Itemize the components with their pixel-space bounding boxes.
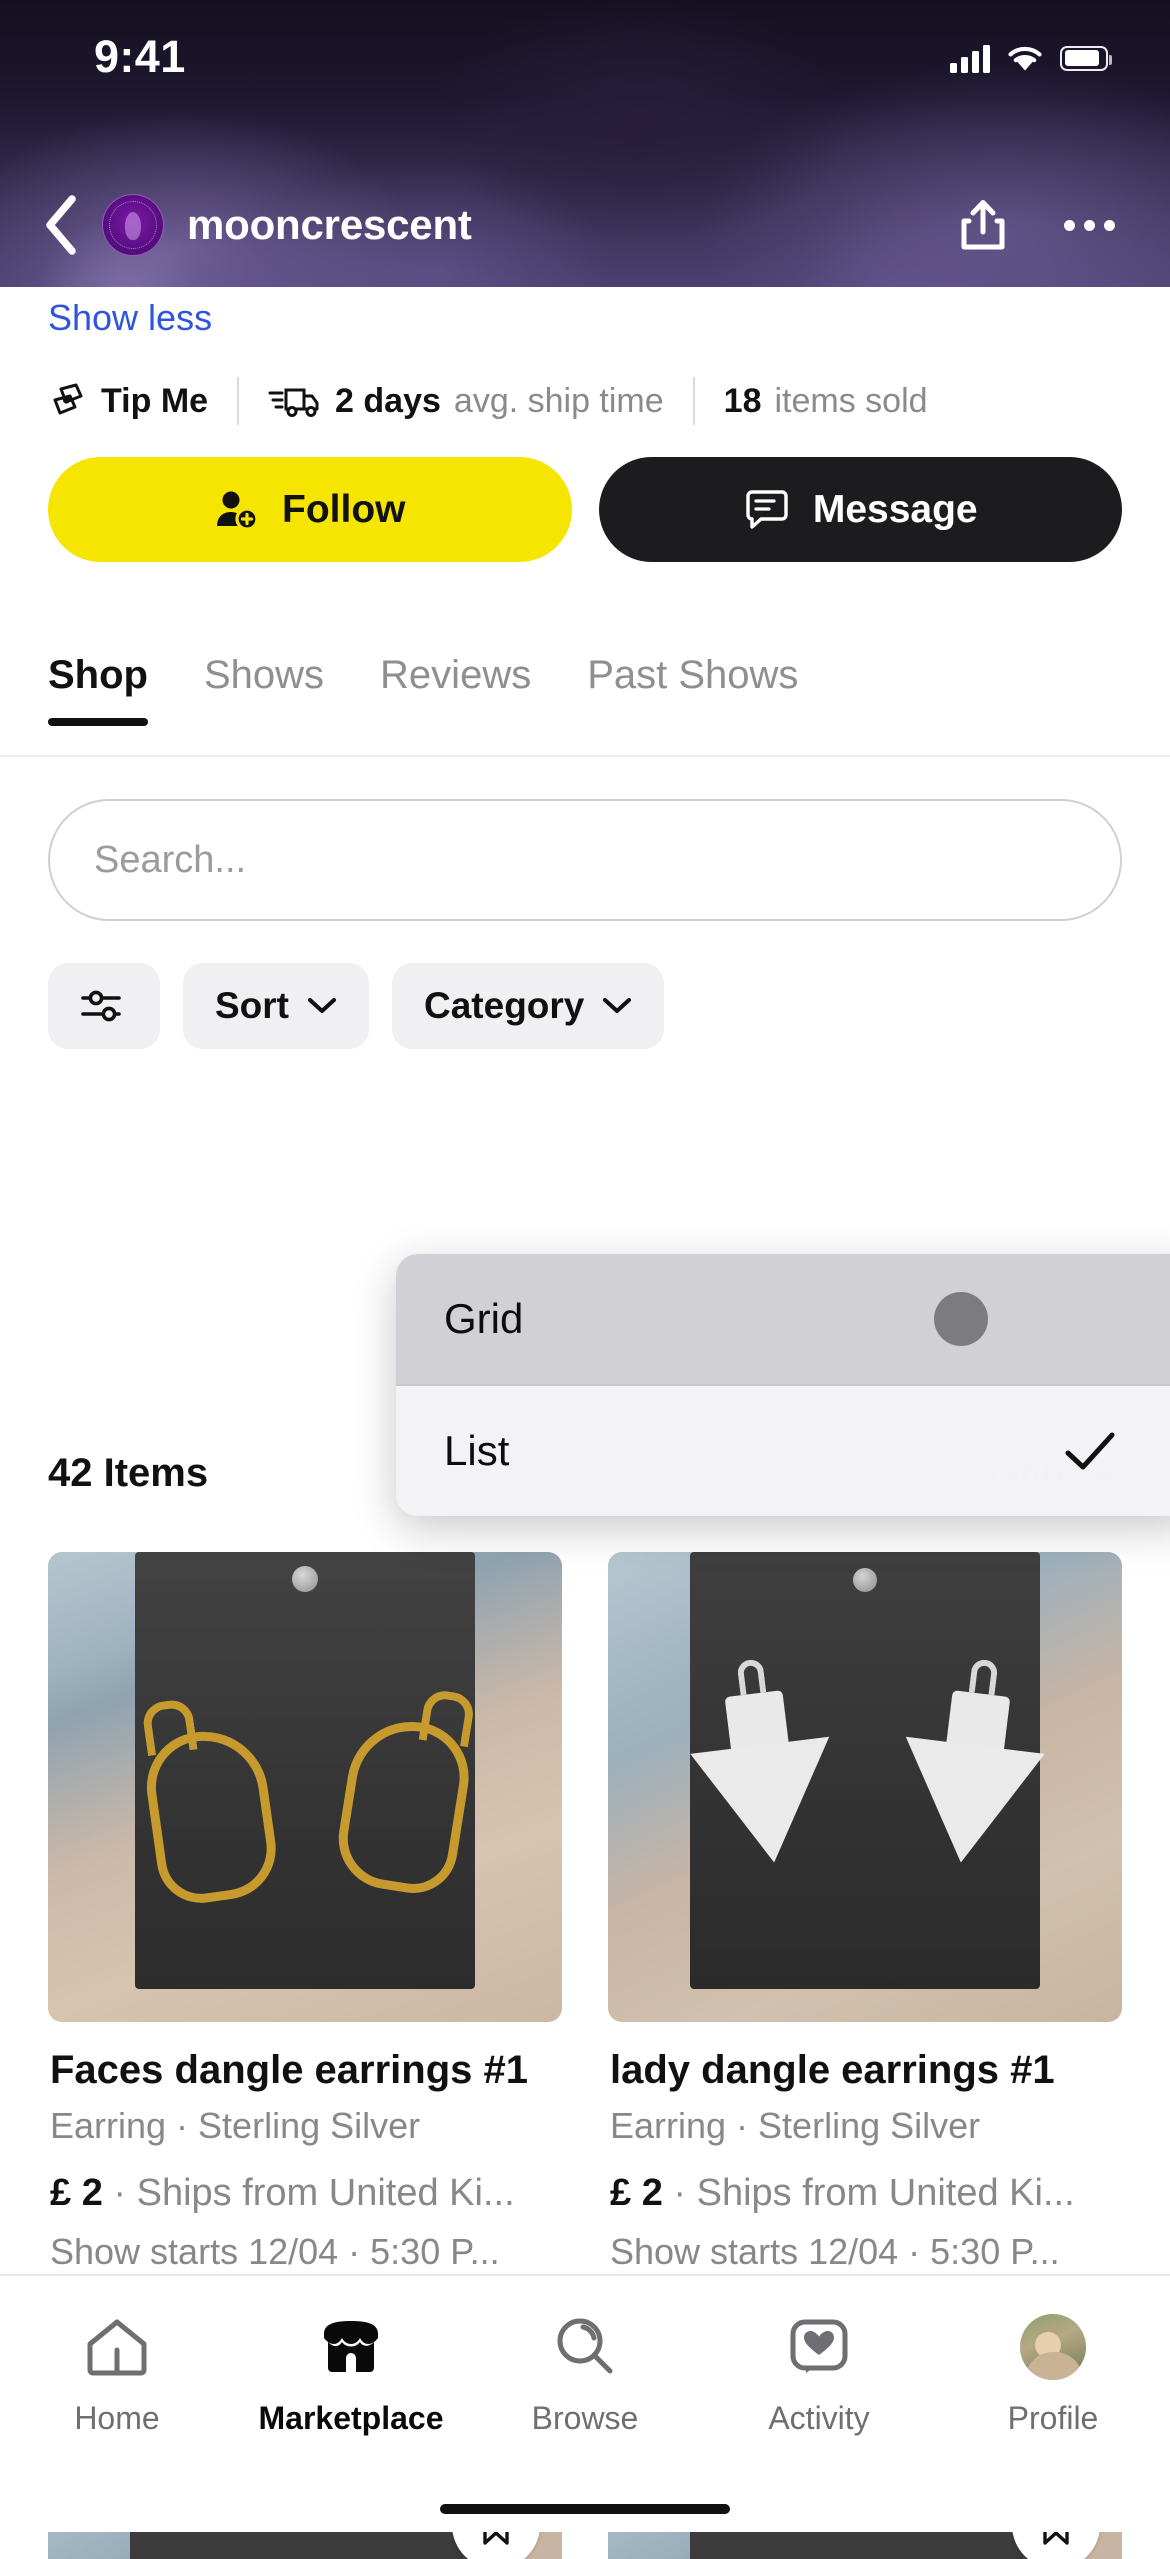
sort-chip-label: Sort (215, 985, 289, 1026)
checkmark-icon (1065, 1432, 1115, 1470)
product-price: £ 2 (610, 2172, 663, 2214)
product-price-row: £ 2 · Ships from United Ki... (610, 2172, 1120, 2215)
menu-item-grid-label: Grid (444, 1295, 524, 1342)
shop-stats-row: Tip Me 2 days avg. ship time 18 items so… (48, 373, 1140, 429)
product-image[interactable] (48, 1552, 562, 2022)
menu-item-list-indicator (1062, 1428, 1118, 1474)
stat-ship-days: 2 days (335, 381, 441, 420)
show-less-link[interactable]: Show less (48, 297, 212, 339)
stat-items-label: items sold (774, 381, 928, 420)
marketplace-store-icon (320, 2310, 382, 2384)
message-button[interactable]: Message (598, 457, 1122, 562)
search-container (48, 799, 1122, 921)
category-chip[interactable]: Category (392, 963, 665, 1049)
bottom-nav-profile[interactable]: Profile (936, 2310, 1170, 2437)
tab-shop[interactable]: Shop (48, 653, 148, 726)
radio-dot-icon (934, 1292, 988, 1346)
bottom-nav-activity[interactable]: Activity (702, 2310, 936, 2437)
product-info: Faces dangle earrings #1 Earring · Sterl… (48, 2022, 562, 2273)
cellular-signal-icon (950, 43, 990, 73)
more-options-button[interactable] (1058, 194, 1120, 256)
bottom-navigation-bar: Home Marketplace Browse Activity Profile (0, 2274, 1170, 2532)
bottom-nav-home[interactable]: Home (0, 2310, 234, 2437)
stat-ship-time: 2 days avg. ship time (268, 382, 664, 421)
stat-tip-me[interactable]: Tip Me (48, 382, 208, 421)
battery-icon (1060, 45, 1112, 71)
bottom-nav-activity-label: Activity (768, 2400, 870, 2436)
tab-past-shows[interactable]: Past Shows (587, 653, 798, 724)
product-subtitle: Earring · Sterling Silver (50, 2105, 421, 2146)
stat-divider (237, 377, 240, 425)
chat-bubble-icon (746, 489, 788, 529)
status-bar: 9:41 (0, 0, 1170, 100)
search-magnifier-icon (553, 2310, 617, 2384)
product-title: lady dangle earrings #1 (610, 2048, 1055, 2092)
page-title: mooncrescent (187, 201, 472, 248)
status-indicators (950, 43, 1112, 74)
view-mode-dropdown-menu: Grid List (396, 1254, 1170, 1516)
tab-reviews[interactable]: Reviews (380, 653, 531, 724)
product-image[interactable] (608, 1552, 1122, 2022)
wifi-icon (1008, 46, 1042, 70)
shop-action-buttons: Follow Message (48, 457, 1122, 562)
message-button-label: Message (812, 487, 978, 531)
stat-tip-me-label: Tip Me (101, 381, 209, 420)
back-button[interactable] (24, 187, 100, 263)
sort-chip[interactable]: Sort (183, 963, 369, 1049)
stat-items-sold: 18 items sold (724, 382, 928, 421)
bottom-nav-marketplace[interactable]: Marketplace (234, 2310, 468, 2437)
bottom-nav-marketplace-label: Marketplace (258, 2400, 444, 2436)
home-indicator (440, 2504, 730, 2514)
shop-tabs: Shop Shows Reviews Past Shows (0, 637, 1170, 757)
product-shipping: · Ships from United Ki... (113, 2172, 515, 2214)
product-subtitle: Earring · Sterling Silver (610, 2105, 981, 2146)
avatar[interactable] (102, 194, 164, 256)
stat-divider-2 (692, 377, 695, 425)
follow-button[interactable]: Follow (48, 457, 572, 562)
item-count-label: 42 Items (48, 1450, 209, 1495)
filter-sliders-icon (81, 990, 121, 1022)
shipping-truck-icon (268, 388, 319, 417)
product-card[interactable]: lady dangle earrings #1 Earring · Sterli… (608, 1552, 1122, 2273)
more-options-icon (1063, 219, 1115, 231)
chevron-left-icon (46, 195, 76, 255)
bottom-nav-home-label: Home (74, 2400, 160, 2436)
chevron-down-icon (603, 998, 632, 1013)
product-title: Faces dangle earrings #1 (50, 2048, 529, 2092)
menu-item-grid[interactable]: Grid (396, 1254, 1170, 1384)
bottom-nav-profile-label: Profile (1007, 2400, 1099, 2436)
product-price: £ 2 (50, 2172, 103, 2214)
heart-activity-icon (788, 2310, 850, 2384)
product-price-row: £ 2 · Ships from United Ki... (50, 2172, 560, 2215)
profile-avatar-icon (1020, 2310, 1086, 2384)
navigation-bar: mooncrescent (0, 170, 1170, 280)
follow-button-label: Follow (282, 487, 406, 531)
tip-icon (53, 383, 83, 415)
menu-item-list[interactable]: List (396, 1386, 1170, 1516)
home-icon (84, 2310, 150, 2384)
category-chip-label: Category (424, 985, 585, 1026)
product-show-info: Show starts 12/04 · 5:30 P... (610, 2231, 1060, 2272)
stat-ship-label: avg. ship time (453, 381, 664, 420)
stat-items-count: 18 (723, 381, 762, 420)
tab-shows[interactable]: Shows (204, 653, 324, 724)
share-button[interactable] (952, 194, 1014, 256)
add-person-icon (217, 491, 259, 531)
product-card[interactable]: Faces dangle earrings #1 Earring · Sterl… (48, 1552, 562, 2273)
bottom-nav-browse[interactable]: Browse (468, 2310, 702, 2437)
share-icon (961, 200, 1005, 250)
nav-actions (952, 194, 1120, 256)
search-input[interactable] (48, 799, 1122, 921)
filter-button[interactable] (48, 963, 160, 1049)
status-time: 9:41 (94, 31, 186, 82)
menu-item-list-label: List (444, 1427, 510, 1474)
menu-item-grid-indicator (934, 1292, 1148, 1346)
chevron-down-icon (308, 998, 336, 1013)
product-info: lady dangle earrings #1 Earring · Sterli… (608, 2022, 1122, 2273)
filter-chips-row: Sort Category (48, 963, 665, 1049)
product-show-info: Show starts 12/04 · 5:30 P... (50, 2231, 500, 2272)
product-shipping: · Ships from United Ki... (673, 2172, 1075, 2214)
bottom-nav-browse-label: Browse (531, 2400, 639, 2436)
product-grid: Faces dangle earrings #1 Earring · Sterl… (48, 1552, 1122, 2273)
